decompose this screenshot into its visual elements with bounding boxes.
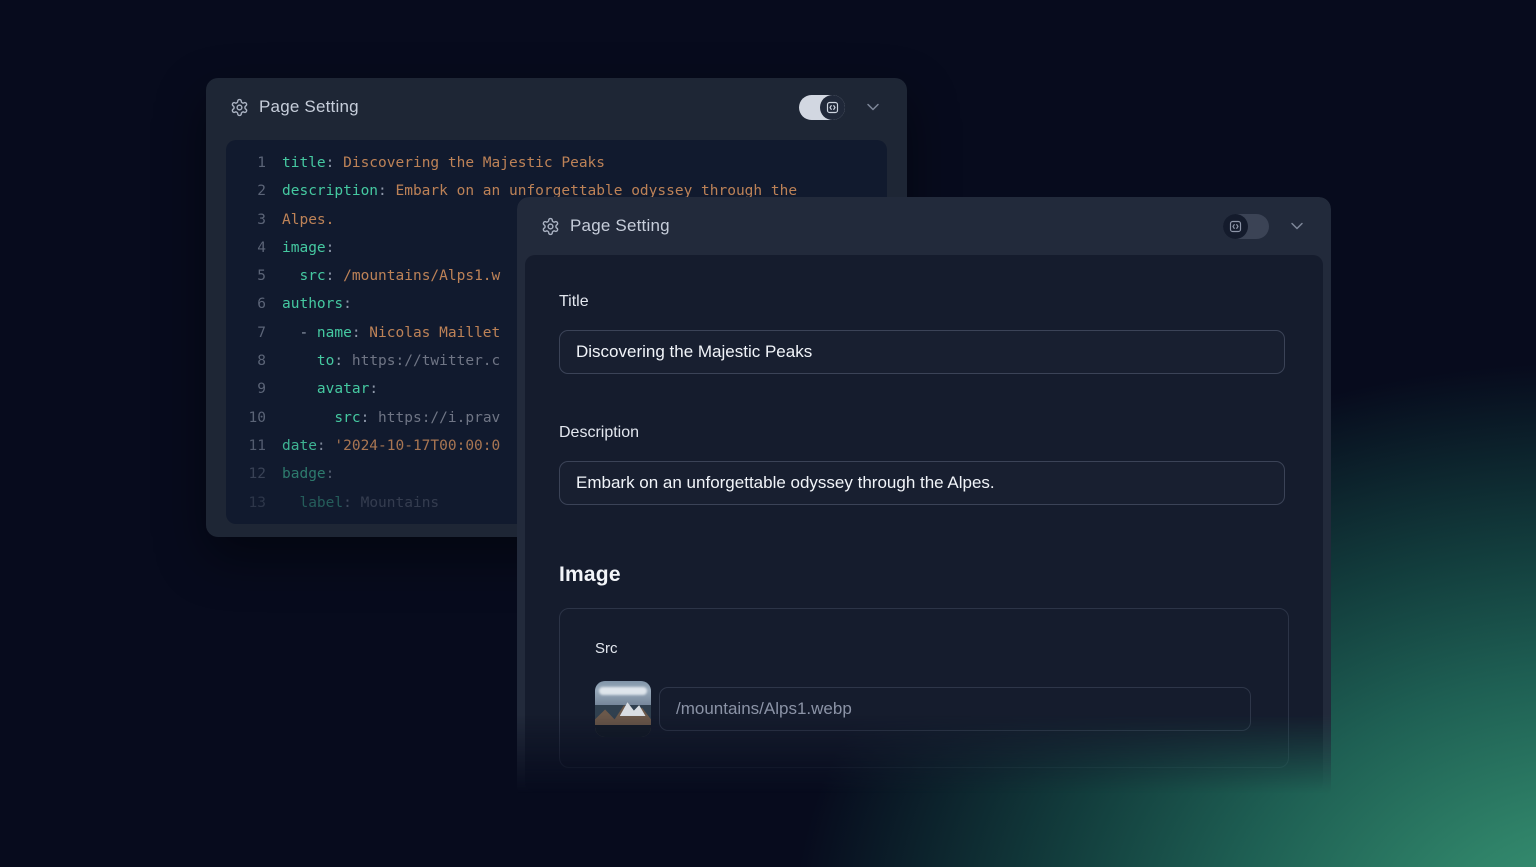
title-label: Title [559, 293, 589, 311]
line-number: 8 [240, 347, 266, 375]
code-segment: authors [282, 296, 343, 312]
gear-icon [541, 217, 560, 236]
code-segment: to [317, 353, 334, 369]
image-thumbnail[interactable] [595, 681, 651, 737]
code-line-content: title: Discovering the Majestic Peaks [266, 149, 605, 177]
code-square-icon [1223, 214, 1248, 239]
code-view-toggle[interactable] [1223, 214, 1269, 239]
image-src-input[interactable] [659, 687, 1251, 731]
code-line-content: src: https://i.prav [266, 404, 500, 432]
gear-icon [230, 98, 249, 117]
code-segment: : [326, 240, 335, 256]
description-label: Description [559, 424, 639, 442]
code-line-content: - name: Nicolas Maillet [266, 319, 500, 347]
chevron-down-icon[interactable] [863, 97, 883, 117]
code-segment: : [369, 381, 378, 397]
page-setting-panel-form-view: Page Setting Title Description Image [517, 197, 1331, 799]
line-number: 5 [240, 262, 266, 290]
code-line-content: label: Mountains [266, 489, 439, 517]
code-segment: avatar [317, 381, 369, 397]
code-segment: date [282, 438, 317, 454]
code-segment: src [334, 410, 360, 426]
thumbnail-water [595, 725, 651, 737]
code-line-content: image: [266, 234, 334, 262]
line-number: 7 [240, 319, 266, 347]
code-segment: : [343, 495, 352, 511]
code-segment [282, 495, 299, 511]
code-segment: https://i.prav [369, 410, 500, 426]
page-setting-form: Title Description Image Src [525, 255, 1323, 792]
code-segment: src [299, 268, 325, 284]
code-segment: title [282, 155, 326, 171]
description-input[interactable] [559, 461, 1285, 505]
code-line-content: to: https://twitter.c [266, 347, 500, 375]
code-segment [282, 381, 317, 397]
code-segment: image [282, 240, 326, 256]
line-number: 9 [240, 375, 266, 403]
code-segment [282, 268, 299, 284]
code-segment: : [326, 466, 335, 482]
code-segment: : [334, 353, 343, 369]
code-segment: : [352, 325, 361, 341]
panel-title: Page Setting [570, 216, 670, 236]
thumbnail-cloud [599, 687, 647, 695]
code-segment: - [282, 325, 317, 341]
code-segment: Mountains [352, 495, 439, 511]
code-segment [282, 410, 334, 426]
line-number: 3 [240, 206, 266, 234]
code-segment: https://twitter.c [343, 353, 500, 369]
line-number: 6 [240, 290, 266, 318]
code-segment: description [282, 183, 378, 199]
chevron-down-icon[interactable] [1287, 216, 1307, 236]
code-segment: : [378, 183, 387, 199]
code-segment: Discovering the Majestic Peaks [334, 155, 605, 171]
code-line-content: date: '2024-10-17T00:00:0 [266, 432, 500, 460]
code-segment: Nicolas Maillet [361, 325, 501, 341]
line-number: 2 [240, 177, 266, 205]
code-segment: : [317, 438, 326, 454]
panel-header: Page Setting [517, 197, 1331, 255]
code-segment: label [299, 495, 343, 511]
code-segment: '2024-10-17T00:00:0 [326, 438, 501, 454]
code-line-content: authors: [266, 290, 352, 318]
line-number: 10 [240, 404, 266, 432]
code-segment: : [343, 296, 352, 312]
line-number: 11 [240, 432, 266, 460]
line-number: 13 [240, 489, 266, 517]
code-line-content: src: /mountains/Alps1.w [266, 262, 500, 290]
line-number: 12 [240, 460, 266, 488]
panel-title: Page Setting [259, 97, 359, 117]
code-line-content: badge: [266, 460, 334, 488]
code-line: 1title: Discovering the Majestic Peaks [240, 149, 873, 177]
code-segment: badge [282, 466, 326, 482]
code-segment: /mountains/Alps1.w [334, 268, 500, 284]
code-segment: name [317, 325, 352, 341]
src-label: Src [595, 640, 618, 657]
image-section-heading: Image [559, 563, 621, 587]
image-settings-card: Src [559, 608, 1289, 768]
code-line-content: Alpes. [266, 206, 334, 234]
panel-header: Page Setting [206, 78, 907, 136]
code-view-toggle[interactable] [799, 95, 845, 120]
code-square-icon [820, 95, 845, 120]
code-segment: Alpes. [282, 212, 334, 228]
code-segment [282, 353, 317, 369]
code-line-content: avatar: [266, 375, 378, 403]
line-number: 1 [240, 149, 266, 177]
line-number: 4 [240, 234, 266, 262]
title-input[interactable] [559, 330, 1285, 374]
